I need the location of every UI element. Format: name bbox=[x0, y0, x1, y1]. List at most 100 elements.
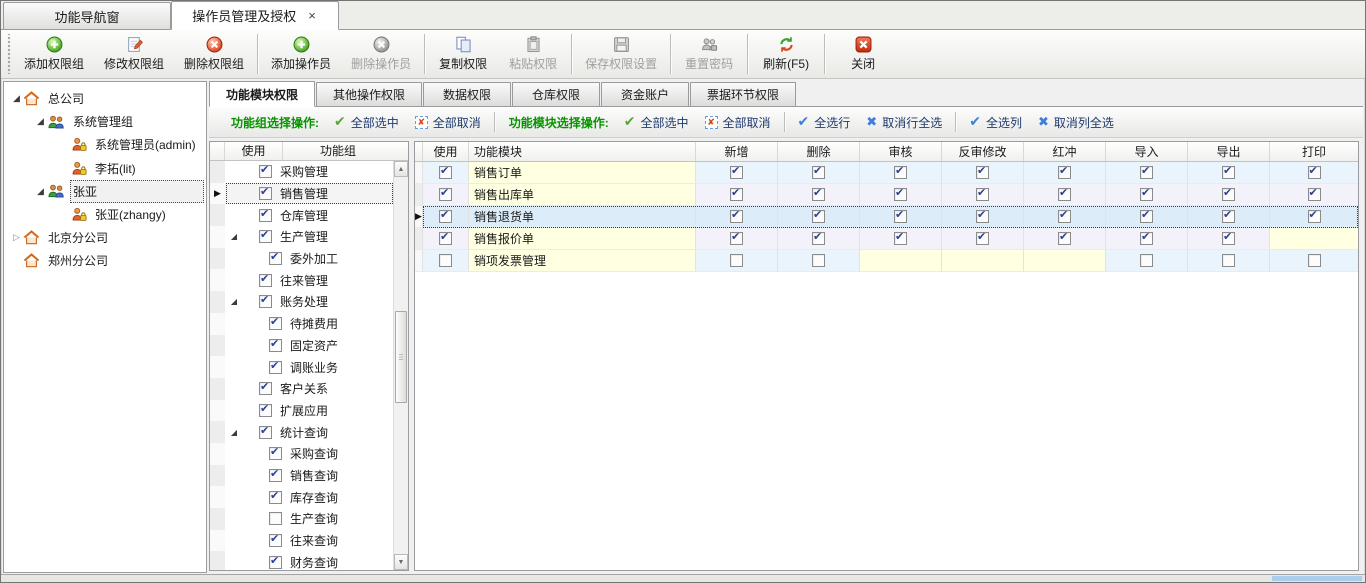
group-use-checkbox[interactable] bbox=[259, 274, 272, 287]
module-op-checkbox[interactable] bbox=[1308, 254, 1321, 267]
module-op-checkbox[interactable] bbox=[812, 210, 825, 223]
group-row[interactable]: 调账业务 bbox=[210, 356, 393, 378]
module-op-checkbox[interactable] bbox=[1058, 210, 1071, 223]
org-tree-node[interactable]: ◢总公司 bbox=[4, 87, 206, 110]
group-use-checkbox[interactable] bbox=[259, 165, 272, 178]
module-op-cell[interactable] bbox=[1024, 228, 1106, 250]
org-tree-node[interactable]: 郑州分公司 bbox=[4, 249, 206, 272]
module-op-checkbox[interactable] bbox=[730, 166, 743, 179]
group-row[interactable]: 待摊费用 bbox=[210, 313, 393, 335]
perm-tab-6[interactable]: 票据环节权限 bbox=[690, 82, 796, 106]
action-button-6[interactable]: ✔全部选中 bbox=[617, 111, 696, 134]
group-row[interactable]: ◢生产管理 bbox=[210, 226, 393, 248]
group-row[interactable]: 销售查询 bbox=[210, 465, 393, 487]
module-row[interactable]: 销售订单 bbox=[415, 162, 1358, 184]
module-op-cell[interactable] bbox=[860, 206, 942, 228]
toolbar-button-2[interactable]: 修改权限组 bbox=[94, 30, 174, 78]
module-op-checkbox[interactable] bbox=[1222, 166, 1235, 179]
module-op-cell[interactable] bbox=[942, 206, 1024, 228]
module-op-checkbox[interactable] bbox=[1222, 232, 1235, 245]
module-op-cell[interactable] bbox=[942, 184, 1024, 206]
module-use-cell[interactable] bbox=[423, 250, 469, 272]
module-op-checkbox[interactable] bbox=[976, 188, 989, 201]
group-row[interactable]: 委外加工 bbox=[210, 248, 393, 270]
module-op-cell[interactable] bbox=[696, 184, 778, 206]
group-use-checkbox[interactable] bbox=[259, 404, 272, 417]
module-op-cell[interactable] bbox=[1188, 206, 1270, 228]
module-op-cell[interactable] bbox=[1188, 228, 1270, 250]
module-row[interactable]: 销售出库单 bbox=[415, 184, 1358, 206]
module-op-cell[interactable] bbox=[778, 206, 860, 228]
module-op-checkbox[interactable] bbox=[976, 210, 989, 223]
group-use-checkbox[interactable] bbox=[269, 556, 282, 569]
module-op-checkbox[interactable] bbox=[894, 210, 907, 223]
module-op-cell[interactable] bbox=[1106, 250, 1188, 272]
module-use-checkbox[interactable] bbox=[439, 210, 452, 223]
expand-closed-icon[interactable]: ▷ bbox=[10, 232, 23, 243]
module-op-checkbox[interactable] bbox=[1058, 232, 1071, 245]
perm-tab-5[interactable]: 资金账户 bbox=[601, 82, 689, 106]
module-op-cell[interactable] bbox=[1106, 228, 1188, 250]
toolbar-button-4[interactable]: 添加操作员 bbox=[261, 30, 341, 78]
action-button-13[interactable]: ✖取消列全选 bbox=[1031, 111, 1121, 134]
module-op-cell[interactable] bbox=[1270, 184, 1358, 206]
group-use-checkbox[interactable] bbox=[259, 187, 272, 200]
group-use-checkbox[interactable] bbox=[269, 534, 282, 547]
module-op-cell[interactable] bbox=[778, 184, 860, 206]
expand-open-icon[interactable]: ◢ bbox=[10, 93, 23, 104]
module-row[interactable]: 销售报价单 bbox=[415, 228, 1358, 250]
module-op-checkbox[interactable] bbox=[1140, 254, 1153, 267]
toolbar-button-11[interactable]: 关闭 bbox=[828, 30, 898, 78]
module-op-cell[interactable] bbox=[860, 184, 942, 206]
group-row[interactable]: 固定资产 bbox=[210, 335, 393, 357]
group-row[interactable]: ◢账务处理 bbox=[210, 291, 393, 313]
module-op-cell[interactable] bbox=[860, 162, 942, 184]
module-op-checkbox[interactable] bbox=[1222, 210, 1235, 223]
group-use-checkbox[interactable] bbox=[269, 512, 282, 525]
module-op-checkbox[interactable] bbox=[1222, 188, 1235, 201]
module-op-checkbox[interactable] bbox=[730, 188, 743, 201]
group-row[interactable]: 往来查询 bbox=[210, 530, 393, 552]
module-op-checkbox[interactable] bbox=[1308, 188, 1321, 201]
toolbar-button-1[interactable]: 添加权限组 bbox=[14, 30, 94, 78]
org-tree-node[interactable]: ◢张亚 bbox=[4, 180, 206, 203]
module-op-cell[interactable] bbox=[1188, 250, 1270, 272]
module-op-checkbox[interactable] bbox=[894, 188, 907, 201]
expand-open-icon[interactable]: ◢ bbox=[34, 186, 47, 197]
window-tab-1[interactable]: 功能导航窗 bbox=[3, 2, 171, 29]
group-use-checkbox[interactable] bbox=[259, 426, 272, 439]
module-op-checkbox[interactable] bbox=[730, 254, 743, 267]
module-name-cell[interactable]: 销项发票管理 bbox=[469, 250, 696, 272]
module-op-checkbox[interactable] bbox=[976, 166, 989, 179]
module-op-cell[interactable] bbox=[1188, 184, 1270, 206]
group-use-checkbox[interactable] bbox=[269, 339, 282, 352]
module-use-checkbox[interactable] bbox=[439, 254, 452, 267]
group-use-checkbox[interactable] bbox=[269, 469, 282, 482]
perm-tab-3[interactable]: 数据权限 bbox=[423, 82, 511, 106]
module-op-checkbox[interactable] bbox=[1222, 254, 1235, 267]
org-tree-node[interactable]: 张亚(zhangy) bbox=[4, 203, 206, 226]
expand-open-icon[interactable]: ◢ bbox=[34, 116, 47, 127]
group-row[interactable]: 财务查询 bbox=[210, 551, 393, 571]
org-tree-node[interactable]: ◢系统管理组 bbox=[4, 110, 206, 133]
module-op-checkbox[interactable] bbox=[1308, 210, 1321, 223]
module-use-checkbox[interactable] bbox=[439, 188, 452, 201]
module-op-cell[interactable] bbox=[1106, 184, 1188, 206]
action-button-2[interactable]: ✔全部选中 bbox=[327, 111, 406, 134]
module-op-checkbox[interactable] bbox=[1058, 188, 1071, 201]
module-op-cell[interactable] bbox=[696, 250, 778, 272]
org-tree-node[interactable]: ▷北京分公司 bbox=[4, 226, 206, 249]
module-op-cell[interactable] bbox=[860, 228, 942, 250]
module-op-cell[interactable] bbox=[696, 162, 778, 184]
expand-open-icon[interactable]: ◢ bbox=[227, 428, 241, 437]
module-use-checkbox[interactable] bbox=[439, 166, 452, 179]
module-op-checkbox[interactable] bbox=[1140, 210, 1153, 223]
module-op-cell[interactable] bbox=[696, 206, 778, 228]
module-name-cell[interactable]: 销售订单 bbox=[469, 162, 696, 184]
module-op-checkbox[interactable] bbox=[730, 210, 743, 223]
module-op-checkbox[interactable] bbox=[812, 188, 825, 201]
module-op-cell[interactable] bbox=[1106, 206, 1188, 228]
module-op-checkbox[interactable] bbox=[812, 166, 825, 179]
module-use-cell[interactable] bbox=[423, 162, 469, 184]
group-row[interactable]: 采购管理 bbox=[210, 161, 393, 183]
